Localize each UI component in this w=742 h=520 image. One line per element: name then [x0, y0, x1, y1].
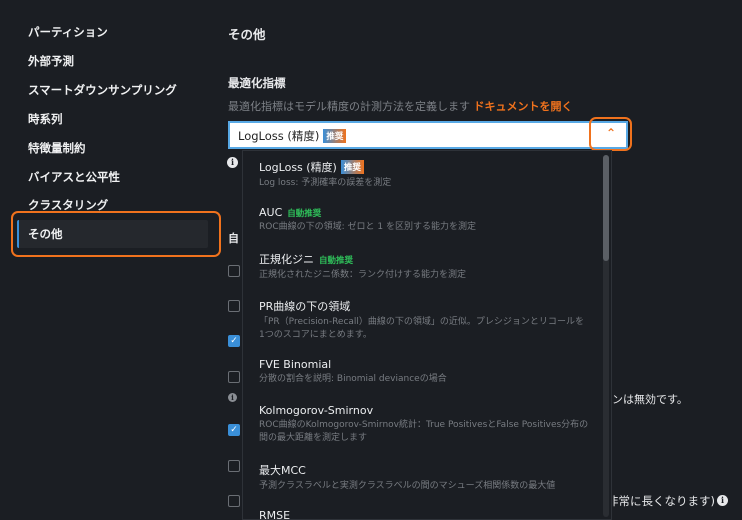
partial-text: ンは無効です。 [612, 393, 688, 406]
open-docs-link[interactable]: ドキュメントを開く [474, 100, 573, 113]
option-fve-binomial[interactable]: FVE Binomial 分散の割合を説明: Binomial devianceの… [259, 358, 589, 386]
option-gini[interactable]: 正規化ジニ 自動推奨 正規化されたジニ係数：ランク付けする能力を測定 [259, 251, 589, 282]
metric-label: 最適化指標 [228, 76, 286, 90]
scrollbar[interactable] [603, 155, 609, 517]
auto-recommended-badge: 自動推奨 [319, 256, 354, 266]
checkbox[interactable] [228, 265, 240, 277]
partial-text: 非常に長くなります) [607, 494, 715, 508]
chevron-highlight [589, 117, 632, 151]
selected-value: LogLoss (精度) [238, 129, 320, 143]
option-logloss[interactable]: LogLoss (精度) 推奨 Log loss: 予測確率の誤差を測定 [259, 159, 589, 190]
sidebar-item-feature-constraints[interactable]: 特徴量制約 [28, 140, 86, 156]
checkbox-checked[interactable]: ✓ [228, 335, 240, 347]
option-pr-auc[interactable]: PR曲線の下の領域 「PR（Precision-Recall）曲線の下の領域」の近… [259, 298, 589, 342]
sidebar-item-partition[interactable]: パーティション [28, 24, 108, 40]
section-heading-partial: 自 [228, 232, 239, 245]
scrollbar-thumb[interactable] [603, 155, 609, 261]
checkbox[interactable] [228, 460, 240, 472]
metric-description: 最適化指標はモデル精度の計測方法を定義します ドキュメントを開く [228, 100, 573, 113]
option-max-mcc[interactable]: 最大MCC 予測クラスラベルと実測クラスラベルの間のマシューズ相関係数の最大値 [259, 462, 589, 493]
checkbox[interactable] [228, 495, 240, 507]
info-icon[interactable]: i [717, 495, 728, 506]
info-icon[interactable]: i [227, 157, 238, 168]
recommended-badge: 推奨 [340, 160, 364, 174]
metric-select[interactable]: LogLoss (精度) 推奨 [228, 121, 628, 149]
checkbox[interactable] [228, 371, 240, 383]
option-rmse[interactable]: RMSE [259, 509, 589, 519]
metric-dropdown-menu: LogLoss (精度) 推奨 Log loss: 予測確率の誤差を測定 AUC 自動… [242, 150, 612, 520]
checkbox-checked[interactable]: ✓ [228, 424, 240, 436]
checkbox[interactable] [228, 300, 240, 312]
page-title: その他 [228, 27, 266, 42]
sidebar-item-bias-fairness[interactable]: バイアスと公平性 [28, 169, 120, 185]
recommended-badge: 推奨 [323, 129, 347, 143]
option-auc[interactable]: AUC 自動推奨 ROC曲線の下の領域: ゼロと 1 を区別する能力を測定 [259, 206, 589, 234]
info-icon[interactable]: i [228, 393, 237, 402]
sidebar-item-external-predictions[interactable]: 外部予測 [28, 53, 74, 69]
highlight-outline [11, 211, 221, 257]
option-ks[interactable]: Kolmogorov-Smirnov ROC曲線のKolmogorov-Smirn… [259, 404, 589, 445]
sidebar-item-time-series[interactable]: 時系列 [28, 111, 63, 127]
auto-recommended-badge: 自動推奨 [287, 209, 322, 219]
sidebar-item-smart-downsampling[interactable]: スマートダウンサンプリング [28, 82, 177, 98]
